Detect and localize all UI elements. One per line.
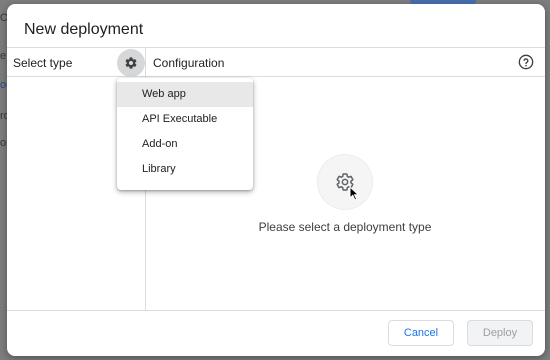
cancel-button[interactable]: Cancel — [388, 320, 454, 346]
page-backdrop: O e oc ro or New deployment Select type … — [0, 0, 550, 360]
select-type-label: Select type — [13, 56, 73, 70]
configuration-label: Configuration — [153, 56, 225, 70]
new-deployment-dialog: New deployment Select type Configuration — [7, 4, 545, 356]
deploy-button[interactable]: Deploy — [467, 320, 533, 346]
gear-icon — [125, 57, 137, 69]
panel-header-divider — [7, 76, 545, 77]
mouse-cursor-icon — [349, 185, 360, 206]
deployment-type-menu: Web app API Executable Add-on Library — [117, 78, 253, 190]
empty-state-icon-container — [318, 155, 372, 209]
menu-item-web-app[interactable]: Web app — [117, 82, 253, 107]
menu-item-add-on[interactable]: Add-on — [117, 132, 253, 157]
background-text-fragment: e — [0, 50, 7, 62]
help-button[interactable] — [517, 53, 535, 71]
menu-item-library[interactable]: Library — [117, 157, 253, 182]
header-divider — [7, 47, 545, 48]
menu-item-api-executable[interactable]: API Executable — [117, 107, 253, 132]
help-circle-icon — [518, 54, 534, 70]
select-type-button[interactable] — [117, 49, 145, 77]
footer-divider — [7, 310, 545, 311]
dialog-title: New deployment — [24, 21, 144, 38]
empty-state-message: Please select a deployment type — [258, 220, 432, 234]
